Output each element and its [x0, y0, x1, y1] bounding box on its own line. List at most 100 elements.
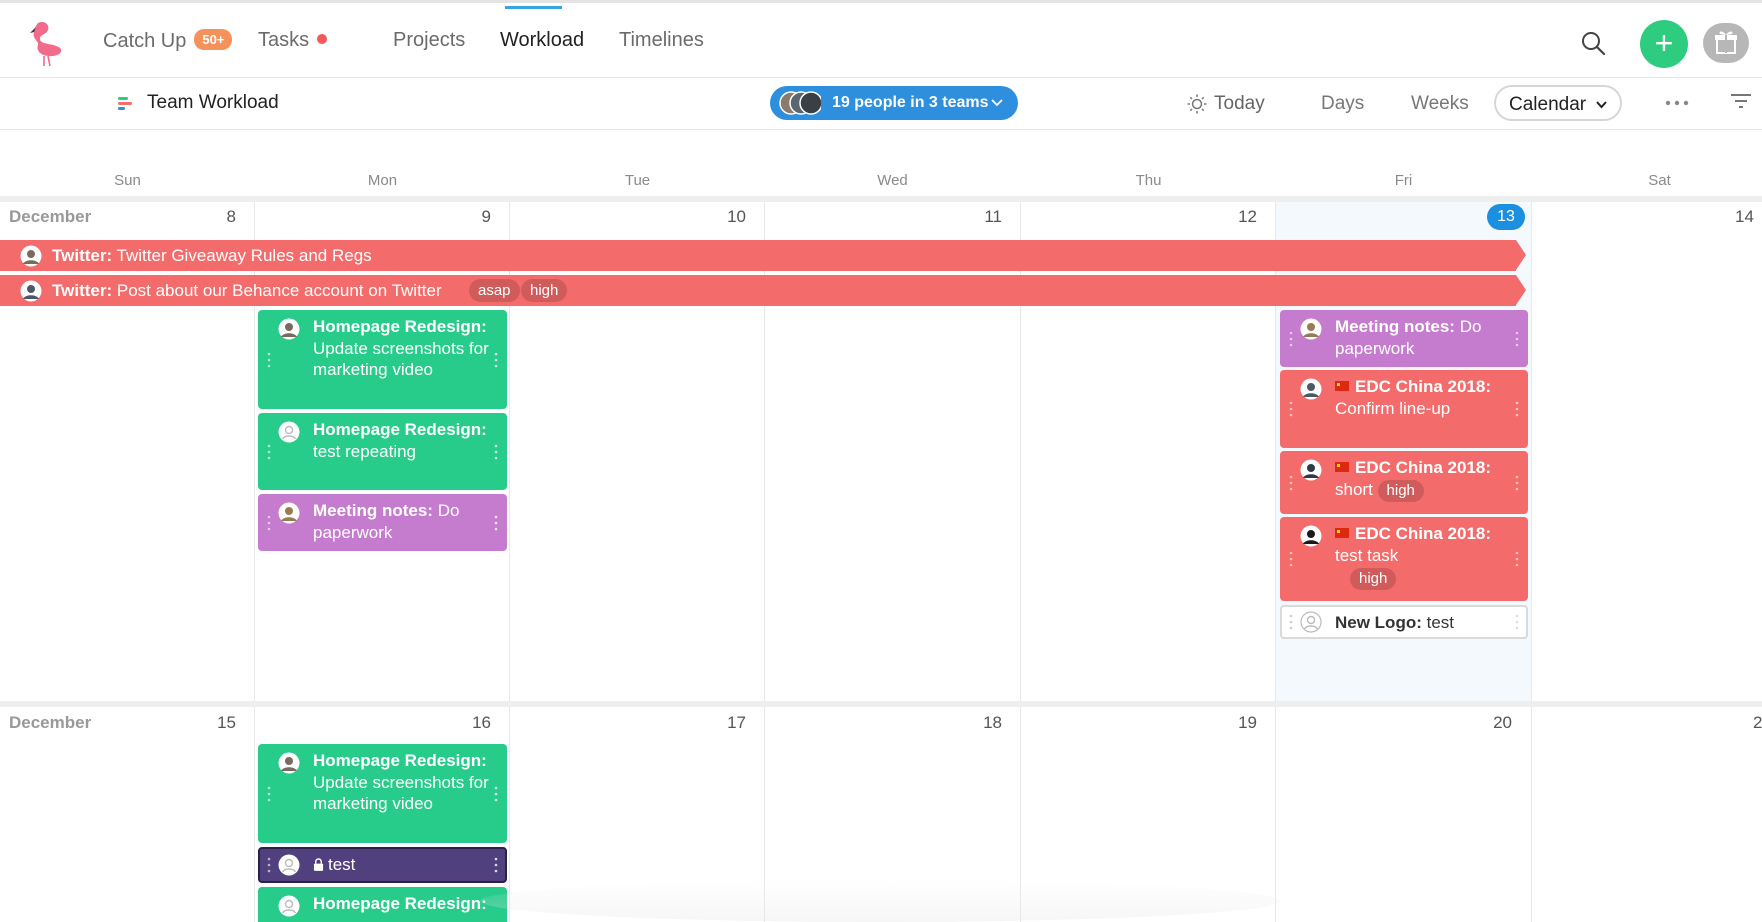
span-task-bar[interactable]: Twitter: Twitter Giveaway Rules and Regs: [0, 240, 1526, 271]
nav-catch-up-label: Catch Up: [103, 30, 187, 52]
weekday-header: Wed: [877, 172, 908, 189]
drag-handle-icon[interactable]: [267, 515, 271, 531]
task-text: Meeting notes: Do paperwork: [1335, 317, 1482, 358]
today-day-number: 13: [1487, 204, 1525, 230]
china-flag-icon: [1335, 528, 1349, 538]
view-selector[interactable]: Calendar: [1494, 85, 1622, 121]
chevron-down-icon: [991, 99, 1003, 107]
day-number: 2: [1753, 713, 1762, 732]
drag-handle-icon[interactable]: [494, 352, 498, 368]
nav-timelines[interactable]: Timelines: [619, 29, 704, 52]
day-number: 14: [1735, 207, 1754, 226]
avatar: [20, 245, 42, 267]
task-text: Homepage Redesign: Update screenshots fo…: [313, 317, 489, 379]
drag-handle-icon[interactable]: [494, 444, 498, 460]
avatar: [1300, 378, 1322, 400]
day-number: 8: [226, 207, 236, 226]
today-button[interactable]: Today: [1214, 93, 1265, 115]
drag-handle-icon[interactable]: [267, 444, 271, 460]
workload-app: Catch Up 50+ Tasks Projects Workload Time…: [0, 0, 1762, 922]
weeks-view-button[interactable]: Weeks: [1411, 93, 1469, 115]
chevron-down-icon: [1596, 101, 1607, 109]
nav-projects[interactable]: Projects: [393, 29, 465, 52]
task-card[interactable]: EDC China 2018: test task high: [1280, 517, 1528, 601]
lock-icon: [313, 858, 324, 871]
team-avatars-icon: [779, 91, 821, 115]
task-text: Homepage Redesign: Update screenshots fo…: [313, 751, 489, 813]
drag-handle-icon[interactable]: [267, 352, 271, 368]
task-card[interactable]: EDC China 2018: Confirm line-up: [1280, 370, 1528, 448]
more-options-icon[interactable]: [1665, 100, 1689, 106]
unassigned-avatar-icon: [278, 895, 300, 917]
bar-arrow: [1516, 275, 1526, 305]
month-label: December: [9, 207, 92, 226]
gift-button[interactable]: [1703, 23, 1749, 63]
day-number: 18: [983, 713, 1002, 732]
people-teams-selector[interactable]: 19 people in 3 teams: [770, 86, 1018, 120]
drag-handle-icon[interactable]: [1289, 401, 1293, 417]
span-task-bar[interactable]: Twitter: Post about our Behance account …: [0, 275, 1526, 306]
page-title: Team Workload: [147, 92, 279, 113]
weekday-header: Thu: [1135, 172, 1162, 189]
task-card[interactable]: Homepage Redesign: test repeating: [258, 413, 507, 490]
active-tab-indicator: [505, 6, 562, 9]
drag-handle-icon[interactable]: [1515, 331, 1519, 347]
drag-handle-icon[interactable]: [1289, 614, 1293, 630]
day-number: 11: [984, 207, 1002, 226]
drag-handle-icon[interactable]: [1515, 614, 1519, 630]
column-divider: [1275, 202, 1276, 922]
task-text: New Logo: test: [1335, 613, 1455, 632]
task-card[interactable]: test: [258, 847, 507, 883]
weekday-header: Tue: [624, 172, 651, 189]
month-label: December: [9, 713, 92, 732]
tag-high: high: [1377, 479, 1424, 502]
days-view-button[interactable]: Days: [1321, 93, 1364, 115]
flamingo-logo-icon[interactable]: [18, 17, 68, 67]
task-text: EDC China 2018: short high: [1335, 457, 1516, 502]
weekday-header: Sat: [1648, 172, 1671, 189]
catch-up-count-badge: 50+: [194, 29, 233, 50]
unassigned-avatar-icon: [1300, 611, 1322, 633]
task-text: Homepage Redesign: test repeating: [313, 420, 487, 461]
top-navigation: Catch Up 50+ Tasks Projects Workload Time…: [0, 0, 1762, 78]
scroll-shadow: [480, 880, 1280, 922]
task-text: EDC China 2018: test task high: [1335, 523, 1516, 590]
drag-handle-icon[interactable]: [1515, 551, 1519, 567]
task-card[interactable]: Meeting notes: Do paperwork: [258, 494, 507, 551]
task-card[interactable]: Homepage Redesign: Update screenshots fo…: [258, 310, 507, 409]
day-number: 12: [1238, 207, 1257, 226]
filter-icon[interactable]: [1731, 93, 1751, 109]
avatar: [278, 752, 300, 774]
unassigned-avatar-icon: [278, 854, 300, 876]
avatar: [1300, 525, 1322, 547]
drag-handle-icon[interactable]: [267, 786, 271, 802]
task-card[interactable]: New Logo: test: [1280, 605, 1528, 639]
task-card[interactable]: Homepage Redesign: Update screenshots fo…: [258, 744, 507, 843]
drag-handle-icon[interactable]: [1289, 475, 1293, 491]
unassigned-avatar-icon: [278, 421, 300, 443]
drag-handle-icon[interactable]: [1515, 475, 1519, 491]
nav-workload[interactable]: Workload: [500, 29, 584, 52]
column-divider: [764, 202, 765, 922]
china-flag-icon: [1335, 462, 1349, 472]
search-icon[interactable]: [1580, 30, 1606, 56]
drag-handle-icon[interactable]: [494, 857, 498, 873]
add-button[interactable]: +: [1640, 20, 1688, 68]
nav-tasks-label: Tasks: [258, 29, 310, 51]
drag-handle-icon[interactable]: [1515, 401, 1519, 417]
avatar: [20, 280, 42, 302]
bar-arrow: [1516, 240, 1526, 270]
drag-handle-icon[interactable]: [1289, 551, 1293, 567]
drag-handle-icon[interactable]: [494, 515, 498, 531]
drag-handle-icon[interactable]: [267, 857, 271, 873]
drag-handle-icon[interactable]: [1289, 331, 1293, 347]
tag-high: high: [1350, 568, 1397, 590]
task-card[interactable]: Meeting notes: Do paperwork: [1280, 310, 1528, 367]
task-card[interactable]: Homepage Redesign:: [258, 887, 507, 922]
nav-tasks[interactable]: Tasks: [258, 29, 328, 52]
task-card[interactable]: EDC China 2018: short high: [1280, 451, 1528, 514]
drag-handle-icon[interactable]: [494, 786, 498, 802]
task-text: test: [313, 854, 493, 876]
week-divider: [0, 701, 1762, 707]
nav-catch-up[interactable]: Catch Up 50+: [103, 29, 233, 53]
